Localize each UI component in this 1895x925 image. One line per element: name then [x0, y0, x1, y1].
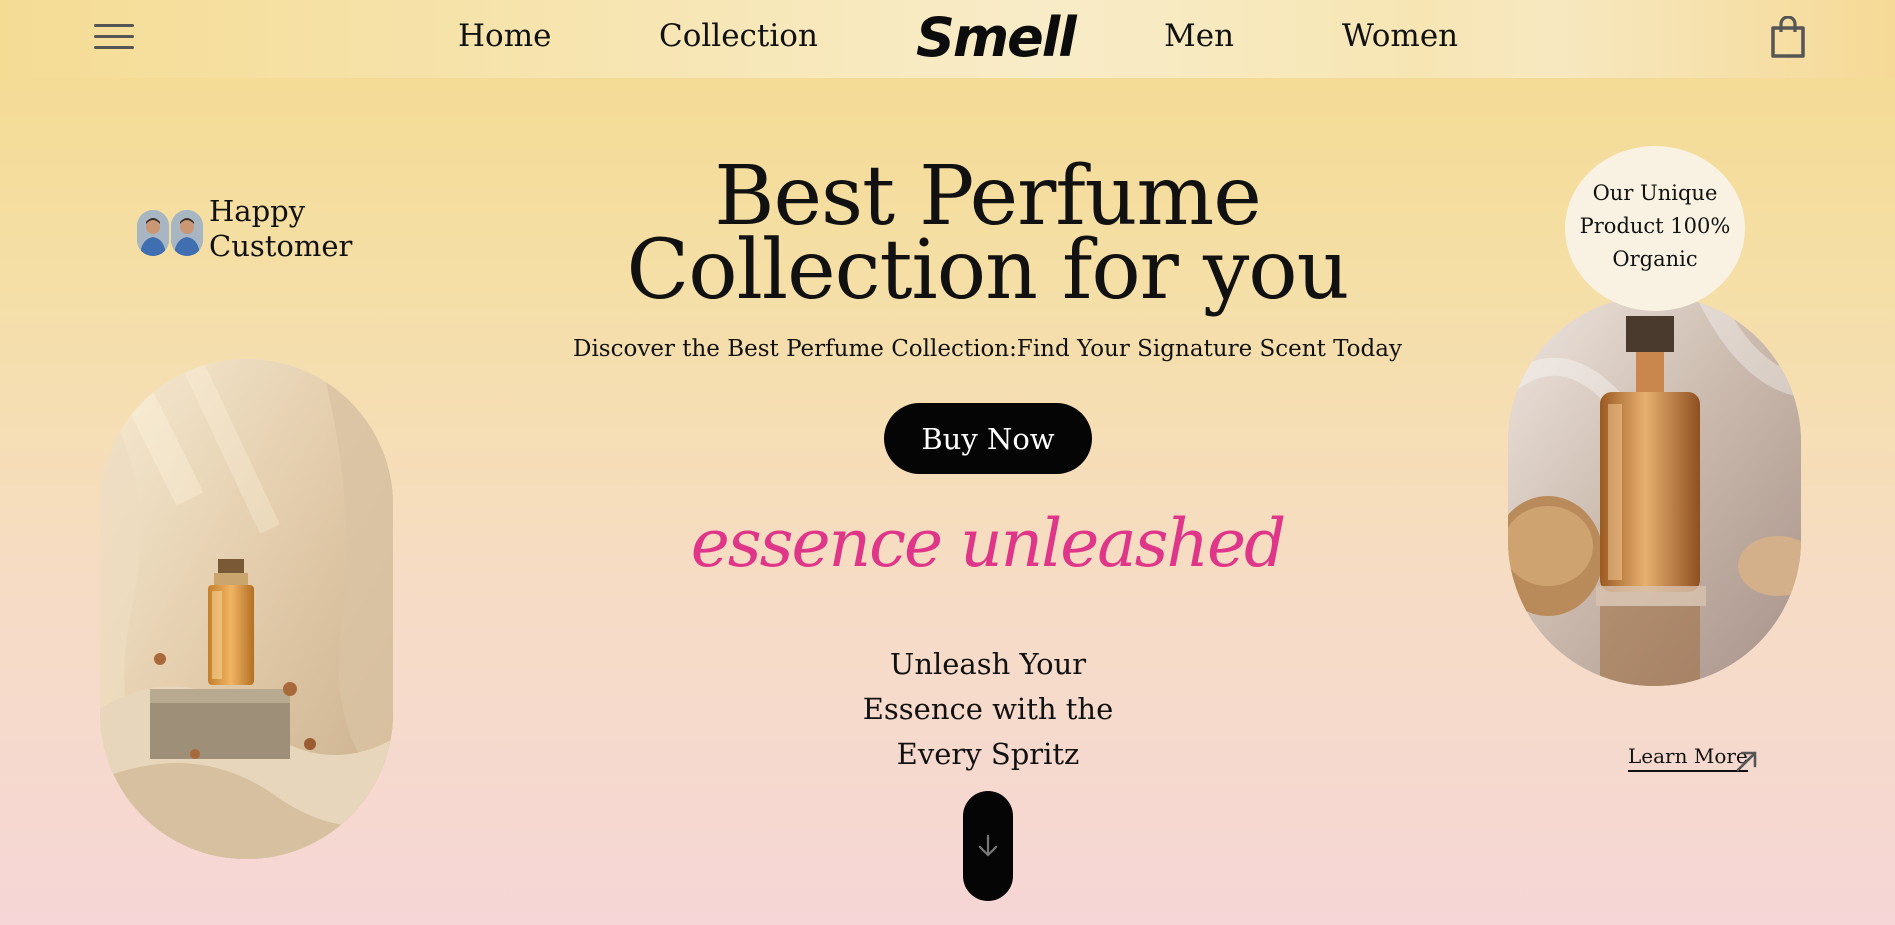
arrow-down-icon	[978, 834, 998, 857]
arrow-up-right-icon[interactable]	[1734, 748, 1760, 774]
unleash-line: Unleash Your	[889, 647, 1087, 681]
unleash-line: Essence with the	[862, 692, 1114, 726]
brand-logo[interactable]: Smell	[916, 6, 1077, 69]
buy-now-button[interactable]: Buy Now	[884, 403, 1092, 474]
top-navigation-bar: Home Collection Smell Men Women	[0, 0, 1895, 78]
unleash-line: Every Spritz	[896, 737, 1080, 771]
happy-customer-line: Happy	[209, 194, 306, 228]
avatar	[171, 210, 203, 256]
badge-line: Organic	[1612, 247, 1698, 271]
hero-subtitle: Discover the Best Perfume Collection:Fin…	[573, 336, 1402, 362]
nav-link-collection[interactable]: Collection	[659, 18, 818, 54]
hero-title-line: Collection for you	[626, 223, 1350, 318]
nav-link-men[interactable]: Men	[1164, 18, 1234, 54]
organic-badge: Our Unique Product 100% Organic	[1565, 146, 1745, 311]
unleash-text: Unleash Your Essence with the Every Spri…	[820, 642, 1156, 777]
scroll-down-button[interactable]	[963, 791, 1013, 901]
nav-link-home[interactable]: Home	[458, 18, 551, 54]
happy-customer-label: Happy Customer	[209, 194, 352, 264]
happy-customer-line: Customer	[209, 229, 353, 263]
customer-avatars	[137, 210, 207, 256]
badge-line: Our Unique	[1592, 181, 1718, 205]
avatar	[137, 210, 169, 256]
hamburger-menu-icon[interactable]	[94, 24, 134, 52]
hero-title: Best Perfume Collection for you	[560, 156, 1415, 318]
nav-link-women[interactable]: Women	[1342, 18, 1458, 54]
shopping-bag-icon[interactable]	[1770, 16, 1806, 58]
badge-line: Product 100%	[1579, 214, 1731, 238]
right-perfume-image	[1508, 296, 1801, 686]
learn-more-link[interactable]: Learn More	[1628, 744, 1748, 772]
tagline-text: essence unleashed	[690, 505, 1287, 582]
left-perfume-image	[100, 359, 393, 859]
